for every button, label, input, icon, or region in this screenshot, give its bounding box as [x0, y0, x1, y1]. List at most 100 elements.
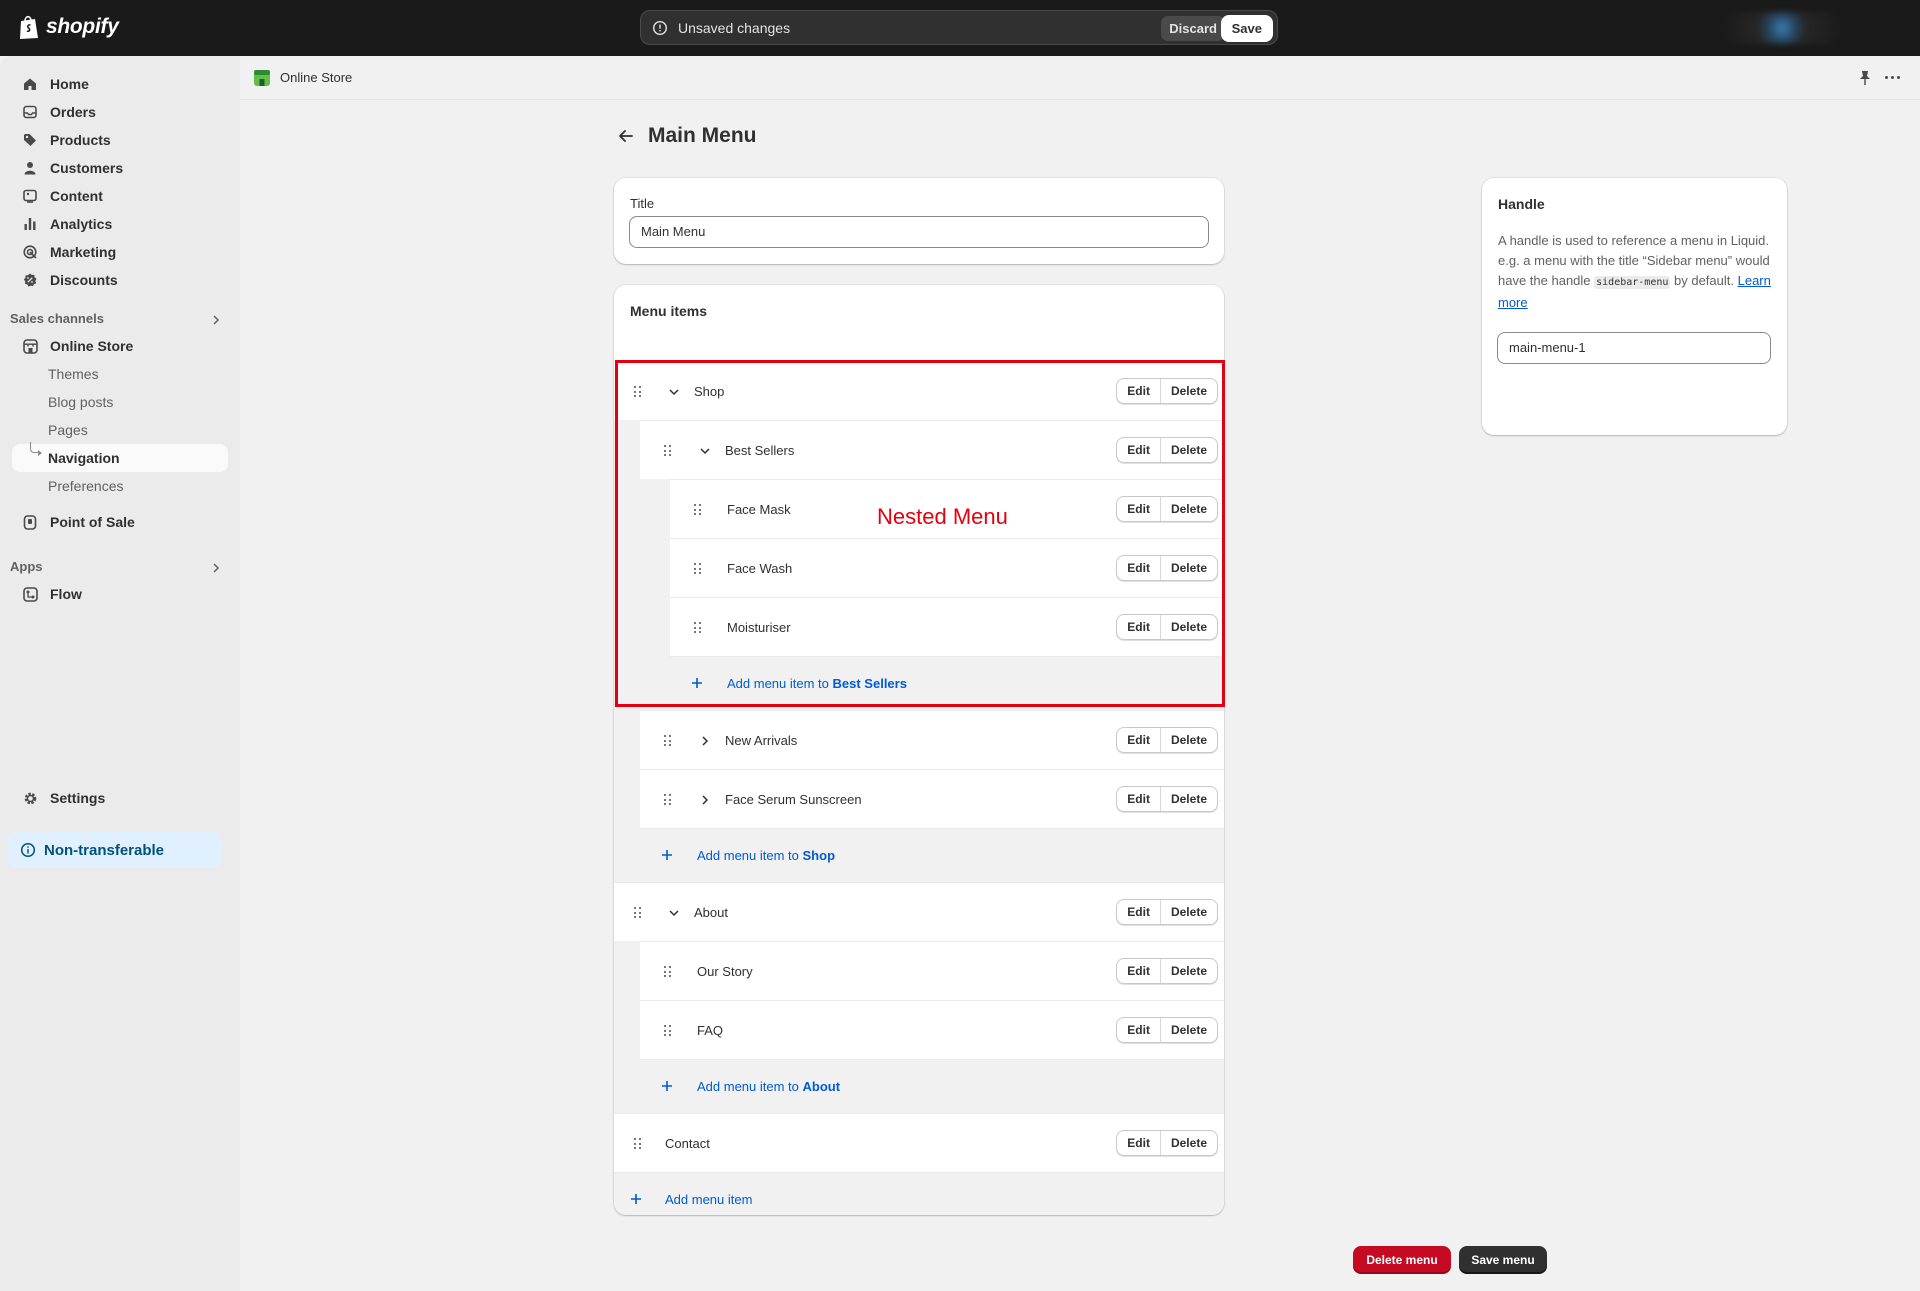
- drag-handle-icon[interactable]: [694, 622, 702, 634]
- menu-row-our-story[interactable]: Our Story Edit Delete: [640, 941, 1224, 1000]
- row-actions: Edit Delete: [1116, 378, 1218, 404]
- add-menu-item-about[interactable]: Add menu item to About: [640, 1059, 1224, 1113]
- menu-row-face-wash[interactable]: Face Wash Edit Delete: [670, 538, 1224, 597]
- menu-row-best-sellers[interactable]: Best Sellers Edit Delete: [640, 420, 1224, 479]
- drag-handle-icon[interactable]: [694, 504, 702, 516]
- menu-row-moisturiser[interactable]: Moisturiser Edit Delete: [670, 597, 1224, 656]
- sidebar-item-blog-posts[interactable]: Blog posts: [12, 388, 228, 416]
- delete-button[interactable]: Delete: [1159, 497, 1217, 521]
- edit-button[interactable]: Edit: [1117, 959, 1160, 983]
- edit-button[interactable]: Edit: [1117, 1131, 1160, 1155]
- add-menu-item-link[interactable]: Add menu item to Best Sellers: [727, 676, 907, 691]
- sidebar-item-label: Online Store: [50, 338, 134, 354]
- chevron-down-icon[interactable]: [668, 386, 680, 398]
- add-menu-item-link[interactable]: Add menu item to About: [697, 1079, 840, 1094]
- sidebar-item-themes[interactable]: Themes: [12, 360, 228, 388]
- app-title: Online Store: [280, 70, 353, 85]
- save-button[interactable]: Save: [1220, 15, 1273, 42]
- menu-row-contact[interactable]: Contact Edit Delete: [614, 1113, 1224, 1172]
- menu-row-new-arrivals[interactable]: New Arrivals Edit Delete: [640, 710, 1224, 769]
- sidebar-item-pages[interactable]: Pages: [12, 416, 228, 444]
- sidebar-item-flow[interactable]: Flow: [12, 580, 228, 608]
- delete-button[interactable]: Delete: [1159, 1018, 1217, 1042]
- delete-button[interactable]: Delete: [1159, 615, 1217, 639]
- back-arrow-icon[interactable]: [616, 126, 636, 146]
- menu-row-about[interactable]: About Edit Delete: [614, 882, 1224, 941]
- drag-handle-icon[interactable]: [694, 563, 702, 575]
- drag-handle-icon[interactable]: [634, 386, 642, 398]
- add-menu-item-root[interactable]: Add menu item: [614, 1172, 1224, 1215]
- save-menu-button[interactable]: Save menu: [1459, 1246, 1547, 1274]
- delete-button[interactable]: Delete: [1159, 438, 1217, 462]
- title-input[interactable]: Main Menu: [629, 216, 1209, 248]
- menu-row-shop[interactable]: Shop Edit Delete: [614, 361, 1224, 420]
- chevron-down-icon[interactable]: [668, 907, 680, 919]
- add-menu-item-link[interactable]: Add menu item to Shop: [697, 848, 835, 863]
- edit-button[interactable]: Edit: [1117, 615, 1160, 639]
- discard-button[interactable]: Discard: [1161, 16, 1225, 41]
- sidebar-item-products[interactable]: Products: [12, 126, 228, 154]
- sidebar-item-discounts[interactable]: Discounts: [12, 266, 228, 294]
- sidebar-item-settings[interactable]: Settings: [12, 784, 228, 812]
- unsaved-changes-bar: Unsaved changes Discard Save: [640, 10, 1278, 45]
- sidebar-item-point-of-sale[interactable]: Point of Sale: [12, 508, 228, 536]
- delete-button[interactable]: Delete: [1159, 959, 1217, 983]
- pin-icon[interactable]: [1858, 70, 1872, 86]
- apps-heading[interactable]: Apps: [10, 559, 43, 574]
- sidebar-item-marketing[interactable]: Marketing: [12, 238, 228, 266]
- handle-input[interactable]: main-menu-1: [1497, 332, 1771, 364]
- tag-icon: [22, 132, 38, 148]
- chevron-right-icon[interactable]: [699, 735, 711, 747]
- sidebar-item-online-store[interactable]: Online Store: [12, 332, 228, 360]
- drag-handle-icon[interactable]: [664, 735, 672, 747]
- sales-channels-heading[interactable]: Sales channels: [10, 311, 104, 326]
- drag-handle-icon[interactable]: [664, 1025, 672, 1037]
- delete-menu-button[interactable]: Delete menu: [1353, 1246, 1451, 1274]
- add-menu-item-shop[interactable]: Add menu item to Shop: [640, 828, 1224, 882]
- sidebar-item-content[interactable]: Content: [12, 182, 228, 210]
- main-content: Online Store Main Menu Title Main Menu M…: [240, 56, 1920, 1291]
- chevron-right-icon[interactable]: [210, 314, 222, 326]
- sidebar-item-customers[interactable]: Customers: [12, 154, 228, 182]
- edit-button[interactable]: Edit: [1117, 900, 1160, 924]
- sidebar-item-preferences[interactable]: Preferences: [12, 472, 228, 500]
- storefront-icon: [22, 338, 38, 354]
- delete-button[interactable]: Delete: [1159, 379, 1217, 403]
- shopify-logo[interactable]: shopify: [18, 14, 119, 40]
- chevron-right-icon[interactable]: [699, 794, 711, 806]
- sidebar-item-navigation[interactable]: Navigation: [12, 444, 228, 472]
- chevron-right-icon[interactable]: [210, 562, 222, 574]
- sidebar-item-label: Analytics: [50, 216, 113, 232]
- add-menu-item-link[interactable]: Add menu item: [665, 1192, 752, 1207]
- drag-handle-icon[interactable]: [664, 794, 672, 806]
- edit-button[interactable]: Edit: [1117, 556, 1160, 580]
- delete-button[interactable]: Delete: [1159, 728, 1217, 752]
- non-transferable-badge[interactable]: Non-transferable: [8, 832, 222, 868]
- sidebar-item-label: Point of Sale: [50, 514, 135, 530]
- sidebar-item-analytics[interactable]: Analytics: [12, 210, 228, 238]
- account-menu[interactable]: [1720, 12, 1900, 44]
- edit-button[interactable]: Edit: [1117, 728, 1160, 752]
- edit-button[interactable]: Edit: [1117, 379, 1160, 403]
- add-menu-item-best-sellers[interactable]: Add menu item to Best Sellers: [670, 656, 1224, 710]
- drag-handle-icon[interactable]: [664, 966, 672, 978]
- chevron-down-icon[interactable]: [699, 445, 711, 457]
- sidebar-item-label: Settings: [50, 790, 106, 806]
- delete-button[interactable]: Delete: [1159, 1131, 1217, 1155]
- edit-button[interactable]: Edit: [1117, 1018, 1160, 1042]
- drag-handle-icon[interactable]: [634, 1138, 642, 1150]
- drag-handle-icon[interactable]: [664, 445, 672, 457]
- menu-row-face-serum-sunscreen[interactable]: Face Serum Sunscreen Edit Delete: [640, 769, 1224, 828]
- more-actions-icon[interactable]: [1885, 76, 1901, 80]
- bar-chart-icon: [22, 216, 38, 232]
- menu-row-faq[interactable]: FAQ Edit Delete: [640, 1000, 1224, 1059]
- sidebar-item-home[interactable]: Home: [12, 70, 228, 98]
- edit-button[interactable]: Edit: [1117, 787, 1160, 811]
- edit-button[interactable]: Edit: [1117, 438, 1160, 462]
- edit-button[interactable]: Edit: [1117, 497, 1160, 521]
- delete-button[interactable]: Delete: [1159, 787, 1217, 811]
- drag-handle-icon[interactable]: [634, 907, 642, 919]
- delete-button[interactable]: Delete: [1159, 556, 1217, 580]
- delete-button[interactable]: Delete: [1159, 900, 1217, 924]
- sidebar-item-orders[interactable]: Orders: [12, 98, 228, 126]
